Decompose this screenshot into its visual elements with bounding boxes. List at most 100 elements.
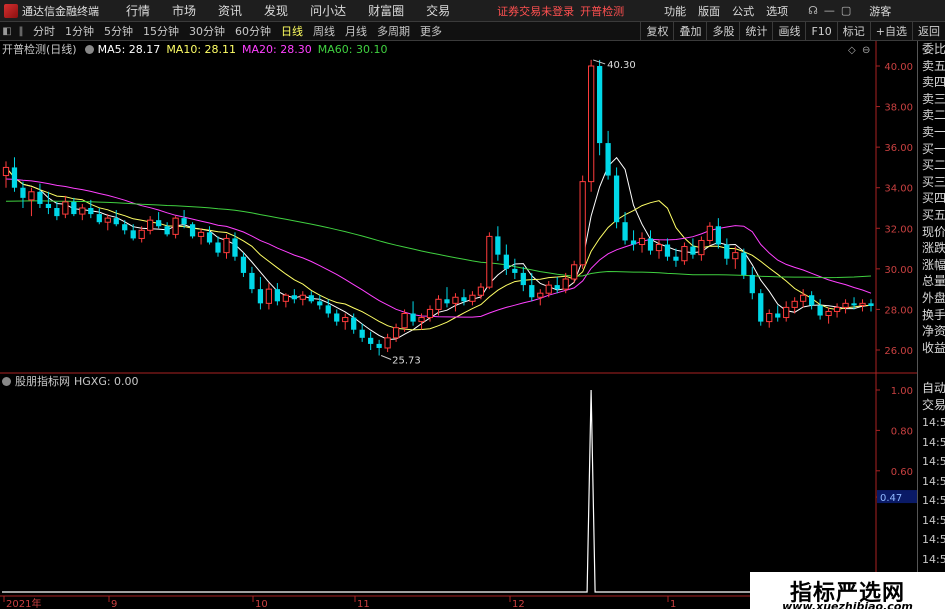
candle-body xyxy=(249,272,255,290)
candle-body xyxy=(749,274,755,294)
indicator-notice[interactable]: 开普检测 xyxy=(580,3,624,19)
candle-body xyxy=(215,242,221,253)
candle-body xyxy=(477,286,485,296)
period-tab-more[interactable]: 更多 xyxy=(415,23,447,39)
period-tab-15min[interactable]: 15分钟 xyxy=(138,23,184,39)
menu-item-market[interactable]: 市场 xyxy=(161,2,207,19)
candle-body xyxy=(613,175,620,223)
price-axis: 26.00 28.00 30.00 32.00 34.00 36.00 38.00 40.00 xyxy=(876,62,913,357)
minimize-icon[interactable]: — xyxy=(824,4,835,17)
menu-item-wealth[interactable]: 财富圈 xyxy=(357,2,415,19)
side-panel-item: 买二 xyxy=(922,158,945,173)
menu-item-options[interactable]: 选项 xyxy=(760,3,794,19)
menu-item-formula[interactable]: 公式 xyxy=(726,3,760,19)
tool-adjust-button[interactable]: 复权 xyxy=(640,22,673,41)
candle-body xyxy=(444,299,450,304)
menu-item-discover[interactable]: 发现 xyxy=(253,2,299,19)
candle-body xyxy=(571,264,578,280)
period-tab-30min[interactable]: 30分钟 xyxy=(184,23,230,39)
tool-draw-button[interactable]: 画线 xyxy=(772,22,805,41)
menu-item-function[interactable]: 功能 xyxy=(658,3,692,19)
candle-body xyxy=(791,300,798,308)
tool-mark-button[interactable]: 标记 xyxy=(836,22,870,41)
candle-body xyxy=(520,272,526,286)
candle-body xyxy=(334,313,340,322)
maximize-icon[interactable]: ▢ xyxy=(841,4,851,17)
menu-item-news[interactable]: 资讯 xyxy=(207,2,253,19)
candle-body xyxy=(630,240,637,245)
candle-body xyxy=(562,278,569,290)
candle-body xyxy=(426,308,434,319)
x-tick-label: 1 xyxy=(670,599,676,609)
candle-body xyxy=(503,254,509,269)
period-tab-multi[interactable]: 多周期 xyxy=(372,23,415,39)
period-tab-60min[interactable]: 60分钟 xyxy=(230,23,276,39)
top-menu-bar: 通达信金融终端 行情 市场 资讯 发现 问小达 财富圈 交易 证券交易未登录 开… xyxy=(0,0,945,22)
tool-f10-button[interactable]: F10 xyxy=(805,22,836,41)
candle-body xyxy=(240,256,247,273)
candlesticks xyxy=(2,59,874,356)
period-tab-intraday[interactable]: 分时 xyxy=(28,23,60,39)
diamond-icon: ◇ xyxy=(848,45,856,56)
candle-body xyxy=(265,288,273,304)
candle-body xyxy=(2,166,10,177)
candle-body xyxy=(775,313,781,318)
side-panel-item: 涨幅 xyxy=(922,257,945,272)
chart-tools: 复权 叠加 多股 统计 画线 F10 标记 +自选 返回 xyxy=(640,22,945,41)
candle-body xyxy=(359,329,365,338)
candle-body xyxy=(20,187,26,198)
side-panel-item: 委比 xyxy=(922,42,945,56)
headset-icon[interactable]: ☊ xyxy=(808,4,818,17)
candle-body xyxy=(62,201,69,215)
quote-side-panel: 委比 卖五 卖四 卖三 卖二 卖一 买一 买二 买三 买四 买五 现价 涨跌 涨幅 总量 外盘 换手 净资 收益 自… xyxy=(917,41,945,609)
tool-multi-stock-button[interactable]: 多股 xyxy=(706,22,739,41)
tool-add-favorite-button[interactable]: +自选 xyxy=(869,22,912,41)
x-tick-label: 2021年 xyxy=(6,597,41,609)
y-tick-label: 38.00 xyxy=(884,103,913,114)
y-tick-label: 26.00 xyxy=(884,346,913,357)
period-tab-1min[interactable]: 1分钟 xyxy=(60,23,99,39)
candle-body xyxy=(197,231,205,237)
menu-item-market-quotes[interactable]: 行情 xyxy=(115,2,161,19)
candle-body xyxy=(529,285,535,298)
period-tab-daily[interactable]: 日线 xyxy=(276,23,308,39)
candle-body xyxy=(392,327,400,339)
candle-body xyxy=(655,244,663,252)
tool-stats-button[interactable]: 统计 xyxy=(739,22,772,41)
candle-body xyxy=(545,284,552,294)
candle-body xyxy=(809,295,815,306)
candle-body xyxy=(741,252,747,275)
candle-body xyxy=(706,225,714,241)
side-panel-item: 现价 xyxy=(922,224,945,239)
menu-item-ask[interactable]: 问小达 xyxy=(299,2,357,19)
candle-body xyxy=(71,201,77,215)
guest-user[interactable]: 游客 xyxy=(869,3,891,19)
left-arrow-icon[interactable]: ◧ xyxy=(0,26,14,37)
candle-body xyxy=(368,337,374,344)
side-panel-time: 14:56 xyxy=(922,474,945,488)
sub-y-tick-label: 1.00 xyxy=(891,386,913,397)
tool-back-button[interactable]: 返回 xyxy=(912,22,945,41)
side-panel-item: 买三 xyxy=(922,174,945,189)
candle-body xyxy=(851,303,857,306)
list-icon[interactable]: ‖ xyxy=(14,26,28,37)
candle-body xyxy=(104,217,111,223)
candle-body xyxy=(418,317,425,323)
side-panel-item: 卖二 xyxy=(922,108,945,123)
tool-overlay-button[interactable]: 叠加 xyxy=(673,22,706,41)
period-tab-monthly[interactable]: 月线 xyxy=(340,23,372,39)
low-price-label: 25.73 xyxy=(392,355,421,366)
trade-login-notice[interactable]: 证券交易未登录 xyxy=(497,3,574,19)
candle-body xyxy=(758,293,764,322)
period-tab-weekly[interactable]: 周线 xyxy=(308,23,340,39)
period-tab-5min[interactable]: 5分钟 xyxy=(99,23,138,39)
candle-body xyxy=(11,167,18,188)
sub-y-tick-label: 0.60 xyxy=(891,467,913,478)
candle-body xyxy=(766,312,773,323)
kline-chart[interactable]: ◇ ⊖ 26.0028.0030.0032.0034.0036.0038.0040… xyxy=(0,41,917,609)
menu-item-layout[interactable]: 版面 xyxy=(692,3,726,19)
menu-item-trade[interactable]: 交易 xyxy=(415,2,461,19)
y-tick-label: 32.00 xyxy=(884,224,913,235)
period-toolbar: ◧ ‖ 分时 1分钟 5分钟 15分钟 30分钟 60分钟 日线 周线 月线 多… xyxy=(0,22,945,41)
candle-body xyxy=(469,294,476,302)
